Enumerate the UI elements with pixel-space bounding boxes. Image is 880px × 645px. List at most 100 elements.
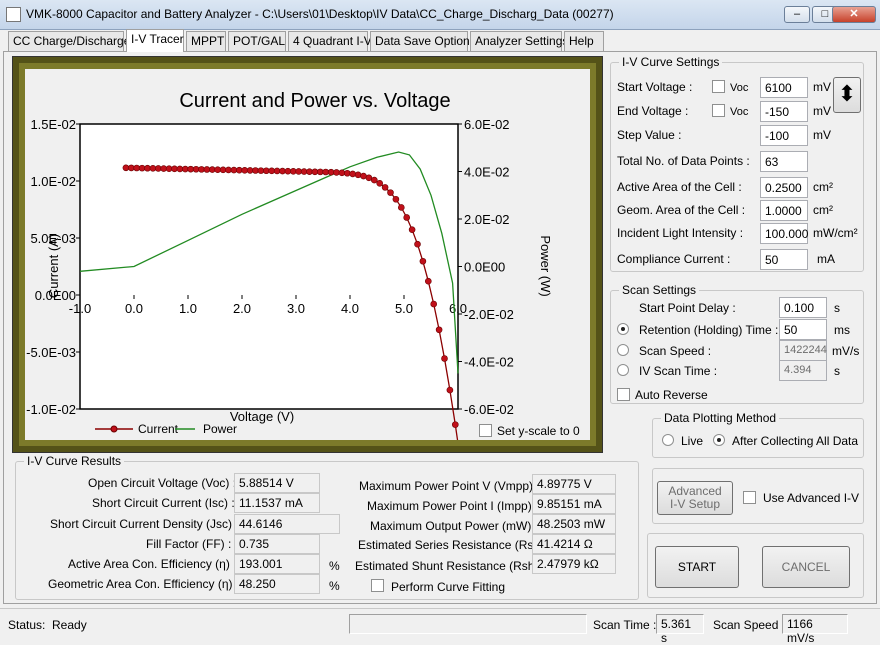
- iv-chart: Current and Power vs. Voltage -1.0 0.0 1.0…: [26, 90, 553, 440]
- auto-reverse-checkbox[interactable]: [617, 388, 630, 401]
- y2-tick-label: 4.0E-02: [464, 165, 510, 180]
- current-data-point: [257, 167, 265, 174]
- current-data-point: [149, 165, 157, 172]
- current-data-point: [435, 326, 443, 334]
- chart-area: Current and Power vs. Voltage -1.0 0.0 1.0…: [25, 69, 590, 440]
- current-data-point: [403, 214, 411, 221]
- active-area-label: Active Area of the Cell :: [617, 180, 742, 194]
- status-label: Status:: [8, 618, 46, 632]
- compliance-current-unit: mA: [817, 252, 835, 266]
- compliance-current-input[interactable]: 50: [760, 249, 808, 270]
- total-points-input[interactable]: 63: [760, 151, 808, 172]
- current-data-point: [198, 166, 205, 173]
- legend-current-marker: [110, 425, 118, 433]
- current-data-point: [182, 165, 189, 173]
- start-delay-input[interactable]: 0.100: [779, 297, 827, 318]
- tab-help[interactable]: Help: [564, 31, 604, 51]
- geom-area-input[interactable]: 1.0000: [760, 200, 808, 221]
- end-voc-checkbox[interactable]: [712, 104, 725, 117]
- end-voc-label: Voc: [730, 106, 749, 118]
- cancel-button[interactable]: CANCEL: [762, 546, 850, 588]
- step-value-input[interactable]: -100: [760, 125, 808, 146]
- current-data-point: [387, 189, 394, 196]
- tab-pot-gal[interactable]: POT/GAL: [228, 31, 286, 51]
- end-voltage-input[interactable]: -150: [760, 101, 808, 122]
- plot-live-radio[interactable]: [662, 434, 674, 446]
- curve-fitting-checkbox[interactable]: [371, 579, 384, 592]
- start-button[interactable]: START: [655, 546, 739, 588]
- current-data-point: [343, 169, 351, 177]
- y2-tick-label: -6.0E-02: [464, 402, 514, 417]
- scan-settings-title: Scan Settings: [619, 283, 700, 297]
- light-intensity-input[interactable]: 100.000: [760, 223, 808, 244]
- tab-iv-tracer[interactable]: I-V Tracer: [126, 29, 184, 52]
- tab-4-quadrant-iv[interactable]: 4 Quadrant I-V: [288, 31, 372, 51]
- active-area-input[interactable]: 0.2500: [760, 177, 808, 198]
- iv-settings-title: I-V Curve Settings: [619, 55, 723, 69]
- geom-area-label: Geom. Area of the Cell :: [617, 203, 746, 217]
- jsc-value: 44.6146: [234, 514, 340, 534]
- scan-time-radio[interactable]: [617, 364, 629, 376]
- x-tick-label: 0.0: [125, 301, 143, 316]
- y-axis-label: Current (A): [46, 234, 61, 298]
- retention-input[interactable]: 50: [779, 319, 827, 340]
- minimize-button[interactable]: –: [784, 6, 810, 23]
- pmax-label: Maximum Output Power (mW) :: [370, 519, 539, 533]
- swap-voltage-button[interactable]: ⬍: [833, 77, 861, 113]
- status-text: Ready: [52, 618, 87, 632]
- current-data-point: [209, 166, 216, 173]
- y2-tick-label: -4.0E-02: [464, 355, 514, 370]
- start-voltage-input[interactable]: 6100: [760, 77, 808, 98]
- scan-time-status-value: 5.361 s: [656, 614, 704, 645]
- retention-label: Retention (Holding) Time :: [639, 323, 779, 337]
- current-data-point: [424, 277, 432, 285]
- active-eff-label: Active Area Con. Efficiency (η) :: [68, 557, 237, 571]
- advanced-iv-setup-button[interactable]: Advanced I-V Setup: [657, 481, 733, 515]
- scan-time-input[interactable]: 4.394: [779, 360, 827, 381]
- tab-cc-charge-discharge[interactable]: CC Charge/Discharge: [8, 31, 130, 51]
- tab-analyzer-settings[interactable]: Analyzer Settings: [470, 31, 568, 51]
- retention-radio[interactable]: [617, 323, 629, 335]
- impp-label: Maximum Power Point I (Impp) :: [367, 499, 539, 513]
- set-y-scale-checkbox[interactable]: [479, 424, 492, 437]
- isc-label: Short Circuit Current (Isc) :: [92, 496, 235, 510]
- scan-speed-radio[interactable]: [617, 344, 629, 356]
- curve-fitting-label: Perform Curve Fitting: [391, 580, 506, 594]
- current-data-point: [279, 167, 286, 175]
- current-data-point: [230, 166, 238, 174]
- current-data-point: [370, 176, 378, 184]
- window-title: VMK-8000 Capacitor and Battery Analyzer …: [26, 7, 614, 21]
- legend-current-label: Current: [138, 422, 179, 436]
- start-voltage-unit: mV: [813, 80, 831, 94]
- rsh-label: Estimated Shunt Resistance (Rsh) :: [355, 559, 546, 573]
- current-data-point: [327, 168, 335, 176]
- current-data-point: [192, 165, 200, 173]
- y2-tick-label: 0.0E00: [464, 260, 505, 275]
- scan-speed-status-label: Scan Speed :: [713, 618, 786, 632]
- chart-title: Current and Power vs. Voltage: [179, 90, 450, 112]
- x-tick-label: 5.0: [395, 301, 413, 316]
- current-data-point: [128, 164, 135, 172]
- status-bar: Status: Ready Scan Time : 5.361 s Scan S…: [0, 608, 880, 645]
- plot-after-radio[interactable]: [713, 434, 725, 446]
- current-data-point: [160, 165, 167, 172]
- tab-data-save-options[interactable]: Data Save Options: [370, 31, 476, 51]
- use-advanced-checkbox[interactable]: [743, 491, 756, 504]
- current-data-point: [338, 169, 346, 177]
- vmpp-value: 4.89775 V: [532, 474, 616, 494]
- scan-speed-input[interactable]: 1422244: [779, 340, 827, 361]
- tab-mppt[interactable]: MPPT: [186, 31, 226, 51]
- current-data-point: [316, 168, 324, 176]
- current-data-point: [284, 167, 292, 175]
- start-delay-unit: s: [834, 301, 840, 315]
- current-data-point: [176, 165, 184, 173]
- legend-power-label: Power: [203, 422, 237, 436]
- current-data-point: [451, 421, 459, 428]
- y-tick-label: -5.0E-03: [26, 345, 76, 360]
- start-voc-checkbox[interactable]: [712, 80, 725, 93]
- current-data-point: [122, 164, 130, 172]
- advanced-button-line2: I-V Setup: [669, 497, 721, 511]
- close-button[interactable]: ✕: [832, 6, 876, 23]
- current-data-point: [349, 170, 357, 178]
- active-eff-unit: %: [329, 559, 340, 573]
